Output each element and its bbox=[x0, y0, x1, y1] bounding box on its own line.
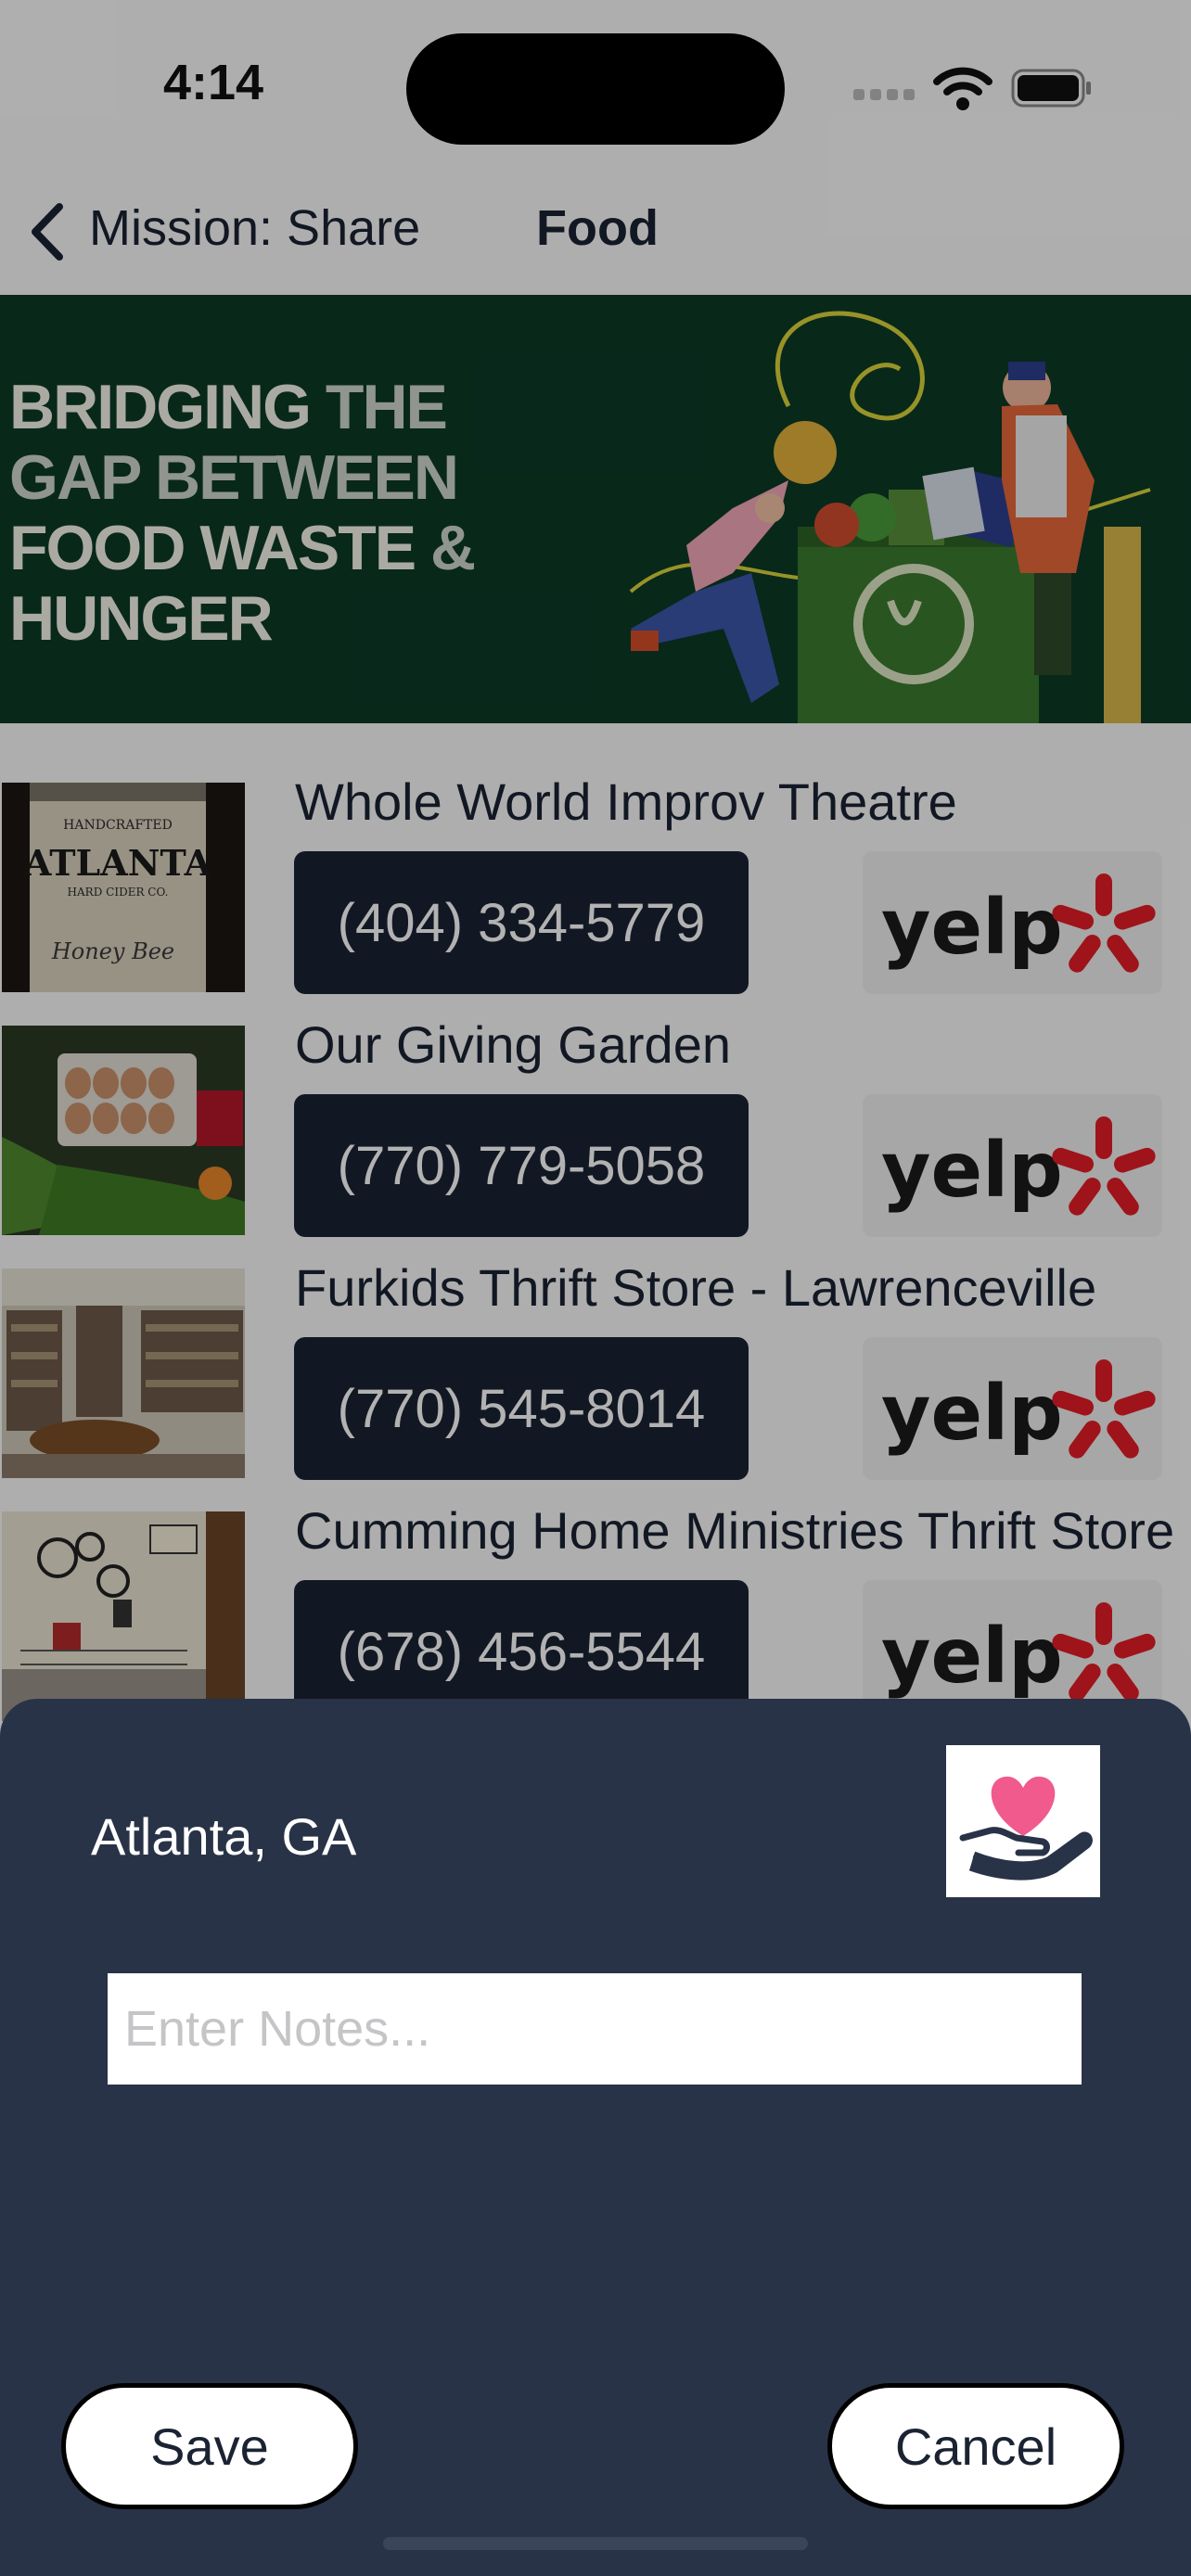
home-indicator[interactable] bbox=[383, 2537, 808, 2550]
location-label: Atlanta, GA bbox=[91, 1807, 357, 1866]
screen: 4:14 Mission: Share Food BRIDGING THE GA… bbox=[0, 0, 1191, 2576]
notes-input[interactable] bbox=[108, 1973, 1082, 2085]
save-button[interactable]: Save bbox=[61, 2383, 358, 2509]
notes-bottom-sheet: Atlanta, GA Save Cancel bbox=[0, 1699, 1191, 2576]
heart-in-hand-icon bbox=[946, 1745, 1100, 1897]
cancel-button[interactable]: Cancel bbox=[827, 2383, 1124, 2509]
